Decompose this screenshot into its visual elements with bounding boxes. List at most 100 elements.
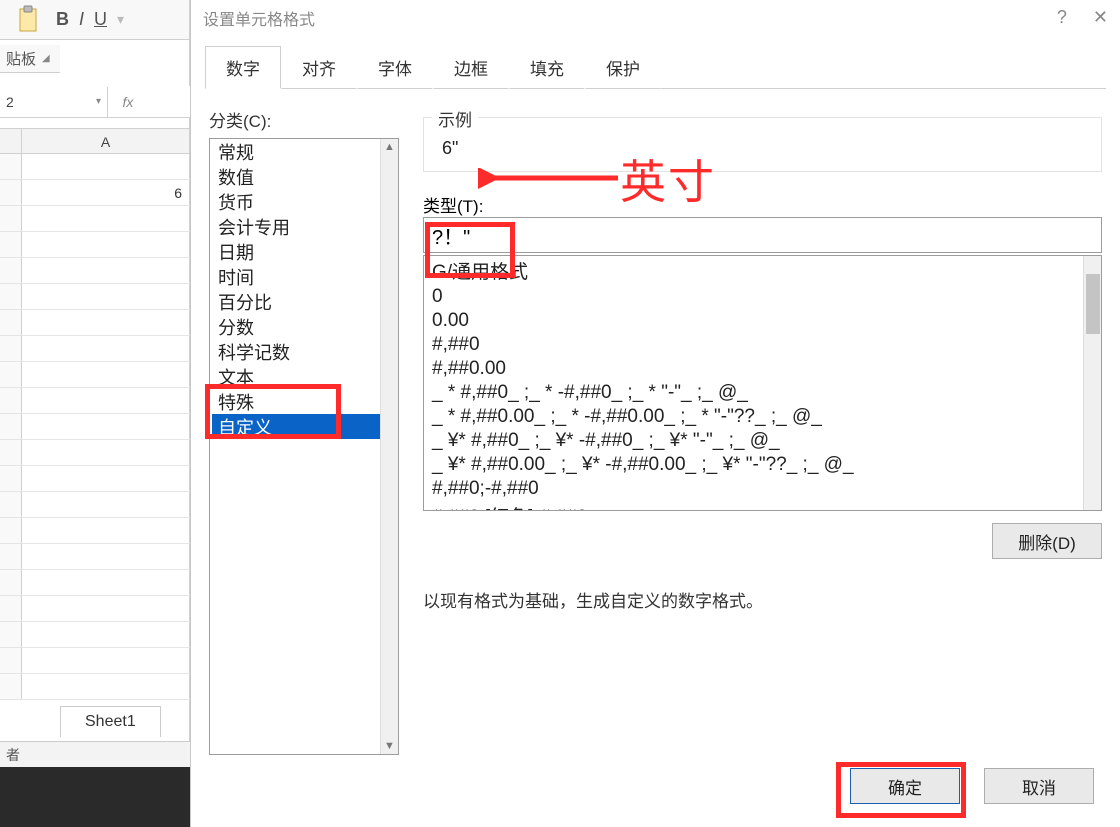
row-header[interactable]	[0, 544, 22, 569]
category-item-fraction[interactable]: 分数	[212, 314, 380, 339]
category-item-special[interactable]: 特殊	[212, 389, 380, 414]
category-item-custom[interactable]: 自定义	[212, 414, 380, 439]
row-header[interactable]	[0, 388, 22, 413]
row-header[interactable]	[0, 596, 22, 621]
category-item-number[interactable]: 数值	[212, 164, 380, 189]
column-header-a[interactable]: A	[22, 129, 190, 153]
format-item[interactable]: #,##0;-#,##0	[428, 477, 1101, 501]
cell[interactable]	[22, 440, 190, 465]
row-header[interactable]	[0, 674, 22, 699]
ok-button[interactable]: 确定	[850, 768, 960, 804]
tab-fill[interactable]: 填充	[509, 46, 585, 89]
row-header[interactable]	[0, 518, 22, 543]
cell[interactable]	[22, 154, 190, 179]
tab-number[interactable]: 数字	[205, 46, 281, 89]
cell[interactable]	[22, 622, 190, 647]
row-header[interactable]	[0, 466, 22, 491]
row-header[interactable]	[0, 206, 22, 231]
format-item[interactable]: _ * #,##0_ ;_ * -#,##0_ ;_ * "-"_ ;_ @_	[428, 381, 1101, 405]
tab-alignment[interactable]: 对齐	[281, 46, 357, 89]
clipboard-dialog-launcher[interactable]: ◢	[42, 53, 50, 64]
category-item-percentage[interactable]: 百分比	[212, 289, 380, 314]
format-item[interactable]: G/通用格式	[428, 256, 1101, 285]
close-icon[interactable]: ✕	[1093, 7, 1108, 28]
underline-button[interactable]: U	[94, 9, 107, 30]
insert-function-button[interactable]: fx	[108, 94, 148, 110]
category-item-date[interactable]: 日期	[212, 239, 380, 264]
row-header[interactable]	[0, 232, 22, 257]
cell[interactable]	[22, 284, 190, 309]
cell[interactable]	[22, 544, 190, 569]
fx-label: fx	[123, 94, 134, 110]
format-item[interactable]: 0	[428, 285, 1101, 309]
format-item[interactable]: _ ¥* #,##0.00_ ;_ ¥* -#,##0.00_ ;_ ¥* "-…	[428, 453, 1101, 477]
row-header[interactable]	[0, 648, 22, 673]
row-header[interactable]	[0, 362, 22, 387]
name-box-dropdown-icon[interactable]: ▾	[96, 96, 101, 107]
format-item[interactable]: #,##0.00	[428, 357, 1101, 381]
delete-button[interactable]: 删除(D)	[992, 523, 1102, 559]
cancel-button[interactable]: 取消	[984, 768, 1094, 804]
type-input[interactable]	[423, 217, 1102, 253]
category-scrollbar[interactable]: ▲ ▼	[380, 139, 398, 754]
format-item[interactable]: 0.00	[428, 309, 1101, 333]
row-header[interactable]	[0, 440, 22, 465]
category-item-general[interactable]: 常规	[212, 139, 380, 164]
tab-font[interactable]: 字体	[357, 46, 433, 89]
category-item-accounting[interactable]: 会计专用	[212, 214, 380, 239]
row-header[interactable]	[0, 284, 22, 309]
row-header[interactable]	[0, 570, 22, 595]
cell[interactable]	[22, 206, 190, 231]
format-item[interactable]: #,##0	[428, 333, 1101, 357]
cell-a2[interactable]: 6	[22, 180, 190, 205]
row-header[interactable]	[0, 310, 22, 335]
row-header[interactable]	[0, 258, 22, 283]
row-header[interactable]	[0, 154, 22, 179]
help-icon[interactable]: ?	[1057, 7, 1067, 28]
paste-icon[interactable]	[10, 2, 46, 38]
cell[interactable]	[22, 466, 190, 491]
format-listbox[interactable]: G/通用格式 0 0.00 #,##0 #,##0.00 _ * #,##0_ …	[423, 255, 1102, 511]
cell[interactable]	[22, 232, 190, 257]
format-cells-dialog: 设置单元格格式 ? ✕ 数字 对齐 字体 边框 填充 保护 分类(C): 常规 …	[190, 0, 1120, 827]
format-item[interactable]: _ * #,##0.00_ ;_ * -#,##0.00_ ;_ * "-"??…	[428, 405, 1101, 429]
cell[interactable]	[22, 518, 190, 543]
category-listbox[interactable]: 常规 数值 货币 会计专用 日期 时间 百分比 分数 科学记数 文本 特殊 自定…	[209, 138, 399, 755]
row-header[interactable]	[0, 336, 22, 361]
clipboard-label-text: 贴板	[6, 48, 36, 69]
scroll-thumb[interactable]	[1086, 274, 1100, 334]
cell[interactable]	[22, 674, 190, 699]
cell[interactable]	[22, 596, 190, 621]
category-item-time[interactable]: 时间	[212, 264, 380, 289]
sheet-tab[interactable]: Sheet1	[60, 706, 161, 737]
dialog-title: 设置单元格格式	[203, 6, 315, 30]
italic-button[interactable]: I	[79, 9, 84, 30]
row-header[interactable]	[0, 180, 22, 205]
cell[interactable]	[22, 648, 190, 673]
cell[interactable]	[22, 258, 190, 283]
cell[interactable]	[22, 570, 190, 595]
tab-protection[interactable]: 保护	[585, 46, 661, 89]
category-item-scientific[interactable]: 科学记数	[212, 339, 380, 364]
scroll-up-icon[interactable]: ▲	[384, 141, 395, 153]
row-header[interactable]	[0, 622, 22, 647]
scroll-down-icon[interactable]: ▼	[384, 740, 395, 752]
category-item-currency[interactable]: 货币	[212, 189, 380, 214]
row-header[interactable]	[0, 492, 22, 517]
format-scrollbar[interactable]	[1083, 256, 1101, 510]
cell[interactable]	[22, 310, 190, 335]
cell[interactable]	[22, 336, 190, 361]
example-legend: 示例	[432, 106, 478, 131]
tab-border[interactable]: 边框	[433, 46, 509, 89]
cell[interactable]	[22, 414, 190, 439]
format-item[interactable]: #,##0;[红色]-#,##0	[428, 501, 1101, 511]
select-all-corner[interactable]	[0, 129, 22, 153]
format-item[interactable]: _ ¥* #,##0_ ;_ ¥* -#,##0_ ;_ ¥* "-"_ ;_ …	[428, 429, 1101, 453]
bold-button[interactable]: B	[56, 9, 69, 30]
name-box[interactable]: 2 ▾	[0, 87, 108, 117]
category-item-text[interactable]: 文本	[212, 364, 380, 389]
row-header[interactable]	[0, 414, 22, 439]
cell[interactable]	[22, 388, 190, 413]
cell[interactable]	[22, 362, 190, 387]
cell[interactable]	[22, 492, 190, 517]
